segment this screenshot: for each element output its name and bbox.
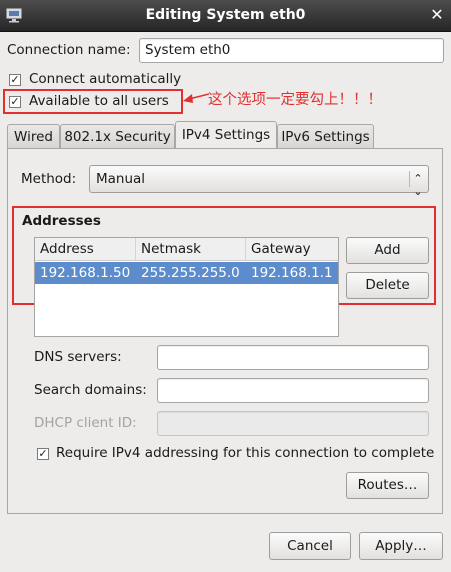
tab-ipv6-settings[interactable]: IPv6 Settings [277,124,374,149]
dhcp-client-id-input [157,411,429,436]
cell-netmask[interactable]: 255.255.255.0 [141,262,246,284]
routes-button[interactable]: Routes… [346,472,429,499]
table-header: Address Netmask Gateway [35,238,338,261]
search-domains-input[interactable] [157,378,429,403]
method-label: Method: [21,171,77,187]
connect-automatically-label: Connect automatically [29,71,182,87]
tab-8021x-security[interactable]: 802.1x Security [60,124,175,149]
add-button[interactable]: Add [346,237,429,264]
available-all-users-checkbox[interactable]: ✓ [9,96,21,108]
tab-wired[interactable]: Wired [7,124,60,149]
column-header-address[interactable]: Address [35,238,136,260]
method-dropdown[interactable]: Manual ⌃ ⌄ [89,165,429,198]
annotation-arrow [183,90,210,104]
addresses-heading: Addresses [22,213,101,229]
dns-servers-label: DNS servers: [34,349,122,365]
dropdown-separator [409,171,410,187]
column-header-netmask[interactable]: Netmask [136,238,246,260]
cell-address[interactable]: 192.168.1.50 [40,262,136,284]
title-bar: Editing System eth0 ✕ [0,0,451,32]
updown-arrows-icon: ⌃ ⌄ [413,172,423,198]
search-domains-label: Search domains: [34,382,147,398]
window-title: Editing System eth0 [145,7,306,23]
annotation-note: 这个选项一定要勾上！！！ [208,92,382,108]
tab-ipv4-settings[interactable]: IPv4 Settings [175,121,277,149]
connection-name-input[interactable]: System eth0 [139,38,444,63]
delete-button[interactable]: Delete [346,272,429,299]
dns-servers-input[interactable] [157,345,429,370]
available-all-users-label: Available to all users [29,93,169,109]
require-ipv4-label: Require IPv4 addressing for this connect… [56,445,435,461]
connect-automatically-checkbox[interactable]: ✓ [9,74,21,86]
apply-button[interactable]: Apply… [359,532,443,560]
close-icon[interactable]: ✕ [428,5,446,25]
cancel-button[interactable]: Cancel [269,532,351,560]
connection-name-label: Connection name: [7,42,131,58]
cell-gateway[interactable]: 192.168.1.1 [251,262,337,284]
require-ipv4-checkbox[interactable]: ✓ [37,448,49,460]
column-header-gateway[interactable]: Gateway [246,238,338,260]
dhcp-client-id-label: DHCP client ID: [34,415,137,431]
table-row[interactable]: 192.168.1.50 255.255.255.0 192.168.1.1 [35,262,338,284]
method-value: Manual [96,171,146,187]
addresses-table[interactable]: Address Netmask Gateway 192.168.1.50 255… [34,237,339,337]
